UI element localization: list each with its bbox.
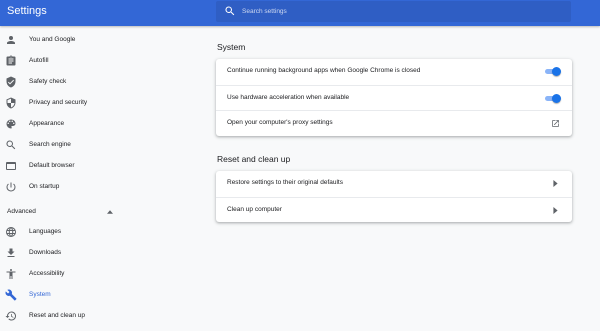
- system-card: Continue running background apps when Go…: [216, 59, 572, 136]
- hardware-acceleration-toggle[interactable]: [544, 93, 561, 103]
- search-box[interactable]: [216, 1, 571, 22]
- sidebar-item-downloads[interactable]: Downloads: [0, 243, 150, 263]
- sidebar-item-languages[interactable]: Languages: [0, 222, 150, 242]
- hardware-acceleration-row[interactable]: Use hardware acceleration when available: [216, 84, 572, 111]
- sidebar-item-safety-check[interactable]: Safety check: [0, 72, 150, 92]
- sidebar: You and Google Autofill Safety check Pri…: [0, 26, 205, 331]
- search-icon: [6, 140, 16, 150]
- sidebar-item-you-and-google[interactable]: You and Google: [0, 30, 150, 50]
- app-title: Settings: [7, 5, 47, 17]
- shield-icon: [6, 97, 16, 109]
- toggle-knob: [552, 67, 561, 76]
- sidebar-item-label: Autofill: [29, 57, 49, 64]
- sidebar-item-label: Default browser: [29, 162, 75, 169]
- sidebar-item-system[interactable]: System: [0, 285, 150, 305]
- sidebar-item-label: Search engine: [29, 141, 71, 148]
- sidebar-item-label: Reset and clean up: [29, 312, 86, 319]
- proxy-settings-row[interactable]: Open your computer's proxy settings: [216, 110, 572, 136]
- search-input[interactable]: [242, 1, 562, 22]
- wrench-icon: [5, 289, 17, 301]
- row-label: Continue running background apps when Go…: [227, 67, 421, 74]
- sidebar-item-label: Appearance: [29, 120, 65, 127]
- sidebar-item-label: System: [29, 291, 51, 298]
- accessibility-icon: [6, 269, 16, 279]
- sidebar-item-label: Privacy and security: [29, 99, 88, 106]
- advanced-toggle[interactable]: Advanced: [0, 202, 120, 222]
- background-apps-row[interactable]: Continue running background apps when Go…: [216, 59, 572, 85]
- sidebar-item-label: Safety check: [29, 78, 67, 85]
- sidebar-item-default-browser[interactable]: Default browser: [0, 156, 150, 176]
- row-label: Use hardware acceleration when available: [227, 93, 350, 101]
- external-link-icon[interactable]: [551, 119, 560, 128]
- power-icon: [6, 182, 16, 192]
- shield-check-icon: [6, 76, 16, 88]
- toolbar: Settings: [0, 0, 600, 26]
- sidebar-item-label: You and Google: [29, 36, 76, 43]
- sidebar-item-privacy-and-security[interactable]: Privacy and security: [0, 93, 150, 113]
- row-label: Clean up computer: [227, 205, 282, 213]
- sidebar-item-accessibility[interactable]: Accessibility: [0, 264, 150, 284]
- chevron-right-icon: [553, 206, 558, 214]
- advanced-label: Advanced: [7, 208, 36, 215]
- restore-icon: [5, 311, 17, 321]
- globe-icon: [6, 227, 16, 237]
- sidebar-item-label: On startup: [29, 183, 60, 190]
- sidebar-item-on-startup[interactable]: On startup: [0, 177, 150, 197]
- clean-up-computer-row[interactable]: Clean up computer: [216, 196, 572, 223]
- sidebar-item-label: Languages: [29, 228, 62, 235]
- sidebar-item-appearance[interactable]: Appearance: [0, 114, 150, 134]
- row-label: Open your computer's proxy settings: [227, 119, 333, 126]
- search-icon: [225, 6, 235, 16]
- clipboard-icon: [6, 55, 16, 66]
- sidebar-item-autofill[interactable]: Autofill: [0, 51, 150, 71]
- browser-icon: [6, 162, 16, 170]
- toggle-knob: [552, 93, 561, 103]
- sidebar-item-label: Downloads: [29, 249, 62, 256]
- download-icon: [7, 248, 15, 257]
- palette-icon: [6, 119, 16, 129]
- row-label: Restore settings to their original defau…: [227, 179, 343, 186]
- sidebar-item-search-engine[interactable]: Search engine: [0, 135, 150, 155]
- reset-card: Restore settings to their original defau…: [216, 171, 572, 222]
- sidebar-item-label: Accessibility: [29, 270, 65, 277]
- section-title-system: System: [217, 42, 246, 52]
- sidebar-item-reset-and-clean-up[interactable]: Reset and clean up: [0, 306, 150, 326]
- section-title-reset: Reset and clean up: [217, 154, 291, 164]
- caret-up-icon: [107, 210, 113, 214]
- person-icon: [7, 36, 15, 44]
- restore-defaults-row[interactable]: Restore settings to their original defau…: [216, 171, 572, 197]
- background-apps-toggle[interactable]: [544, 67, 561, 76]
- chevron-right-icon: [553, 180, 558, 187]
